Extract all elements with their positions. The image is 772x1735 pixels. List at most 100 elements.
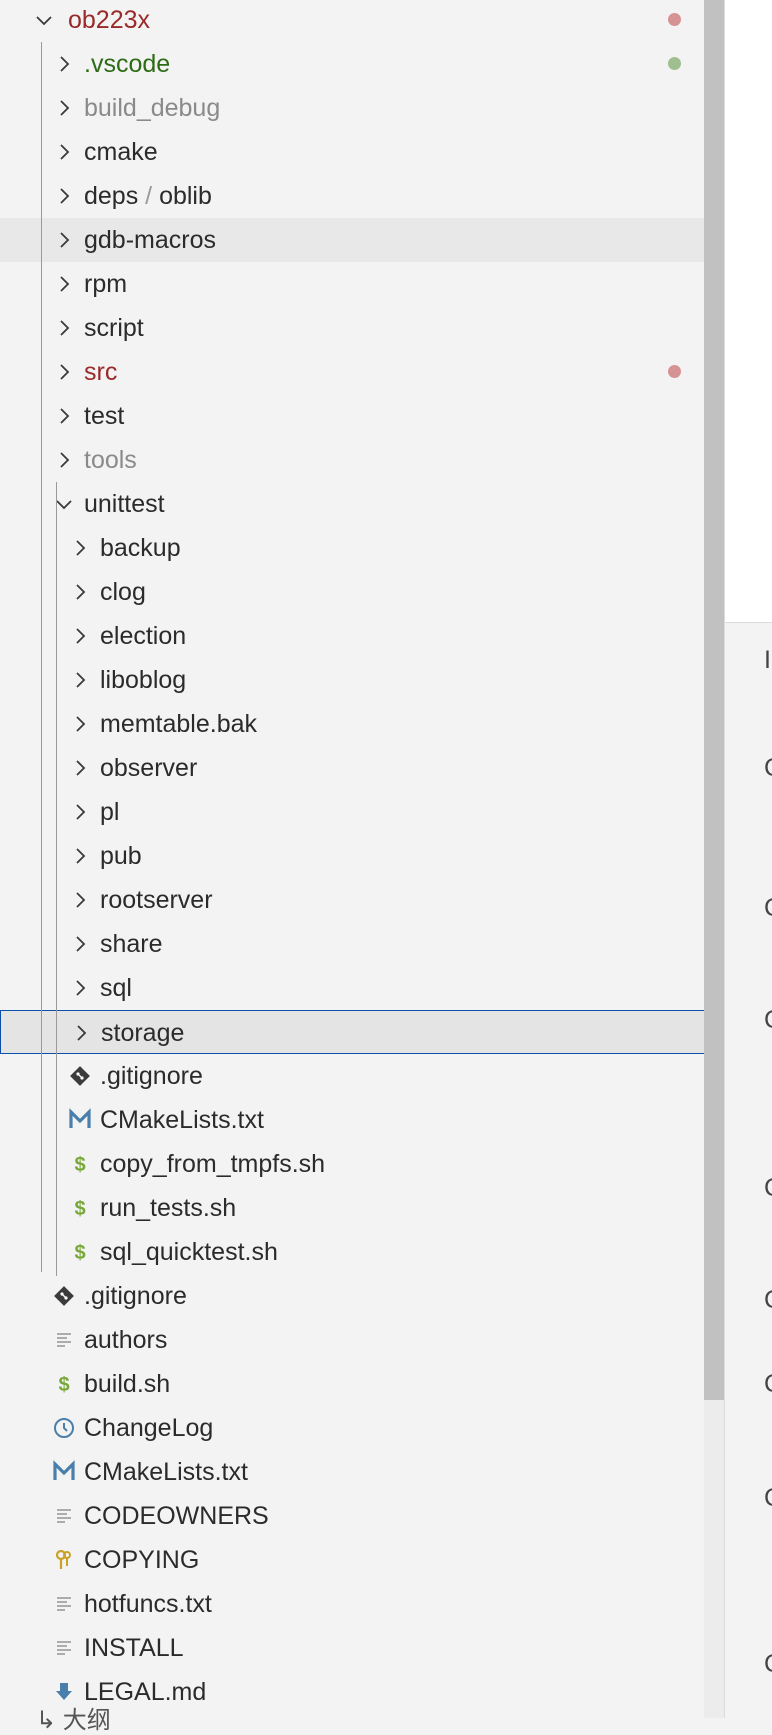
chevron-right-icon[interactable] bbox=[54, 230, 74, 250]
chevron-right-icon[interactable] bbox=[70, 670, 90, 690]
chevron-right-icon[interactable] bbox=[70, 538, 90, 558]
tree-file-gitignore[interactable]: .gitignore bbox=[0, 1054, 722, 1098]
chevron-right-icon[interactable] bbox=[54, 98, 74, 118]
clipped-text-fragment: C bbox=[764, 1174, 772, 1203]
chevron-right-icon[interactable] bbox=[70, 582, 90, 602]
tree-folder-ob223x[interactable]: ob223x bbox=[0, 0, 722, 42]
tree-file-copying[interactable]: COPYING bbox=[0, 1538, 722, 1582]
git-icon bbox=[52, 1284, 76, 1308]
tree-folder-script[interactable]: script bbox=[0, 306, 722, 350]
tree-file-install[interactable]: INSTALL bbox=[0, 1626, 722, 1670]
tree-folder-liboblog[interactable]: liboblog bbox=[0, 658, 722, 702]
chevron-right-icon[interactable] bbox=[54, 406, 74, 426]
tree-item-label: run_tests.sh bbox=[100, 1194, 237, 1222]
license-key-icon bbox=[52, 1548, 76, 1572]
indent-guide bbox=[56, 482, 57, 1276]
tree-item-label: CMakeLists.txt bbox=[100, 1106, 264, 1134]
tree-folder-tools[interactable]: tools bbox=[0, 438, 722, 482]
tree-folder-election[interactable]: election bbox=[0, 614, 722, 658]
shell-icon: $ bbox=[52, 1372, 76, 1396]
tree-file-cmakelists-txt[interactable]: CMakeLists.txt bbox=[0, 1450, 722, 1494]
chevron-right-icon[interactable] bbox=[70, 890, 90, 910]
git-status-dot bbox=[668, 57, 681, 70]
tree-folder-pl[interactable]: pl bbox=[0, 790, 722, 834]
tree-folder-unittest[interactable]: unittest bbox=[0, 482, 722, 526]
chevron-right-icon[interactable] bbox=[71, 1023, 91, 1043]
tree-file-run-tests-sh[interactable]: $ run_tests.sh bbox=[0, 1186, 722, 1230]
secondary-panel bbox=[725, 623, 772, 1718]
clipped-text-fragment: C bbox=[764, 1484, 772, 1513]
chevron-right-icon[interactable] bbox=[54, 362, 74, 382]
tree-folder-deps[interactable]: deps / oblib bbox=[0, 174, 722, 218]
tree-folder-observer[interactable]: observer bbox=[0, 746, 722, 790]
tree-file-copy-from-tmpfs-sh[interactable]: $ copy_from_tmpfs.sh bbox=[0, 1142, 722, 1186]
tree-item-label: script bbox=[84, 314, 144, 342]
chevron-right-icon[interactable] bbox=[54, 186, 74, 206]
chevron-right-icon[interactable] bbox=[70, 714, 90, 734]
clipped-text-fragment: C bbox=[764, 894, 772, 923]
tree-item-label: hotfuncs.txt bbox=[84, 1590, 212, 1618]
tree-item-label: sql bbox=[100, 974, 132, 1002]
tree-folder-test[interactable]: test bbox=[0, 394, 722, 438]
tree-folder-gdb-macros[interactable]: gdb-macros bbox=[0, 218, 722, 262]
tree-folder-rpm[interactable]: rpm bbox=[0, 262, 722, 306]
tree-file-codeowners[interactable]: CODEOWNERS bbox=[0, 1494, 722, 1538]
chevron-right-icon[interactable] bbox=[70, 978, 90, 998]
scrollbar-thumb[interactable] bbox=[704, 0, 724, 1400]
git-status-dot bbox=[668, 13, 681, 26]
tree-item-label: election bbox=[100, 622, 187, 650]
tree-file-build-sh[interactable]: $ build.sh bbox=[0, 1362, 722, 1406]
tree-item-label: clog bbox=[100, 578, 146, 606]
chevron-right-icon[interactable] bbox=[70, 758, 90, 778]
chevron-right-icon[interactable] bbox=[54, 142, 74, 162]
tree-folder-rootserver[interactable]: rootserver bbox=[0, 878, 722, 922]
chevron-right-icon[interactable] bbox=[54, 318, 74, 338]
tree-folder-vscode[interactable]: .vscode bbox=[0, 42, 722, 86]
chevron-right-icon[interactable] bbox=[70, 846, 90, 866]
tree-file-hotfuncs-txt[interactable]: hotfuncs.txt bbox=[0, 1582, 722, 1626]
tree-folder-src[interactable]: src bbox=[0, 350, 722, 394]
tree-item-label: deps / oblib bbox=[84, 182, 212, 210]
clipped-text-fragment: C bbox=[764, 754, 772, 783]
tree-file-sql-quicktest-sh[interactable]: $ sql_quicktest.sh bbox=[0, 1230, 722, 1274]
tree-file-gitignore[interactable]: .gitignore bbox=[0, 1274, 722, 1318]
tree-item-label: liboblog bbox=[100, 666, 187, 694]
tree-item-label: CODEOWNERS bbox=[84, 1502, 269, 1530]
tree-folder-storage[interactable]: storage bbox=[0, 1010, 722, 1054]
tree-file-changelog[interactable]: ChangeLog bbox=[0, 1406, 722, 1450]
tree-folder-backup[interactable]: backup bbox=[0, 526, 722, 570]
tree-folder-sql[interactable]: sql bbox=[0, 966, 722, 1010]
svg-text:$: $ bbox=[58, 1374, 69, 1396]
editor-area[interactable] bbox=[725, 0, 772, 623]
chevron-right-icon[interactable] bbox=[70, 802, 90, 822]
tree-file-cmakelists-txt[interactable]: CMakeLists.txt bbox=[0, 1098, 722, 1142]
chevron-down-icon[interactable] bbox=[34, 10, 54, 30]
tree-item-label: tools bbox=[84, 446, 137, 474]
tree-folder-memtable-bak[interactable]: memtable.bak bbox=[0, 702, 722, 746]
git-status-dot bbox=[668, 365, 681, 378]
tree-folder-build-debug[interactable]: build_debug bbox=[0, 86, 722, 130]
chevron-right-icon[interactable] bbox=[70, 934, 90, 954]
tree-folder-pub[interactable]: pub bbox=[0, 834, 722, 878]
tree-item-label: unittest bbox=[84, 490, 165, 518]
tree-item-label: storage bbox=[101, 1019, 185, 1047]
tree-item-label: rpm bbox=[84, 270, 128, 298]
svg-text:$: $ bbox=[74, 1242, 85, 1264]
shell-icon: $ bbox=[68, 1152, 92, 1176]
chevron-down-icon[interactable] bbox=[54, 494, 74, 514]
tree-item-label: share bbox=[100, 930, 163, 958]
tree-folder-clog[interactable]: clog bbox=[0, 570, 722, 614]
clipped-text-fragment: C bbox=[764, 1370, 772, 1399]
tree-folder-share[interactable]: share bbox=[0, 922, 722, 966]
chevron-right-icon[interactable] bbox=[70, 626, 90, 646]
tree-file-authors[interactable]: authors bbox=[0, 1318, 722, 1362]
tree-item-label: ChangeLog bbox=[84, 1414, 214, 1442]
chevron-right-icon[interactable] bbox=[54, 450, 74, 470]
shell-icon: $ bbox=[68, 1196, 92, 1220]
tree-folder-cmake[interactable]: cmake bbox=[0, 130, 722, 174]
tree-item-label: memtable.bak bbox=[100, 710, 258, 738]
chevron-right-icon[interactable] bbox=[54, 274, 74, 294]
tree-item-label: CMakeLists.txt bbox=[84, 1458, 248, 1486]
chevron-right-icon[interactable] bbox=[54, 54, 74, 74]
tree-item-label: sql_quicktest.sh bbox=[100, 1238, 278, 1266]
